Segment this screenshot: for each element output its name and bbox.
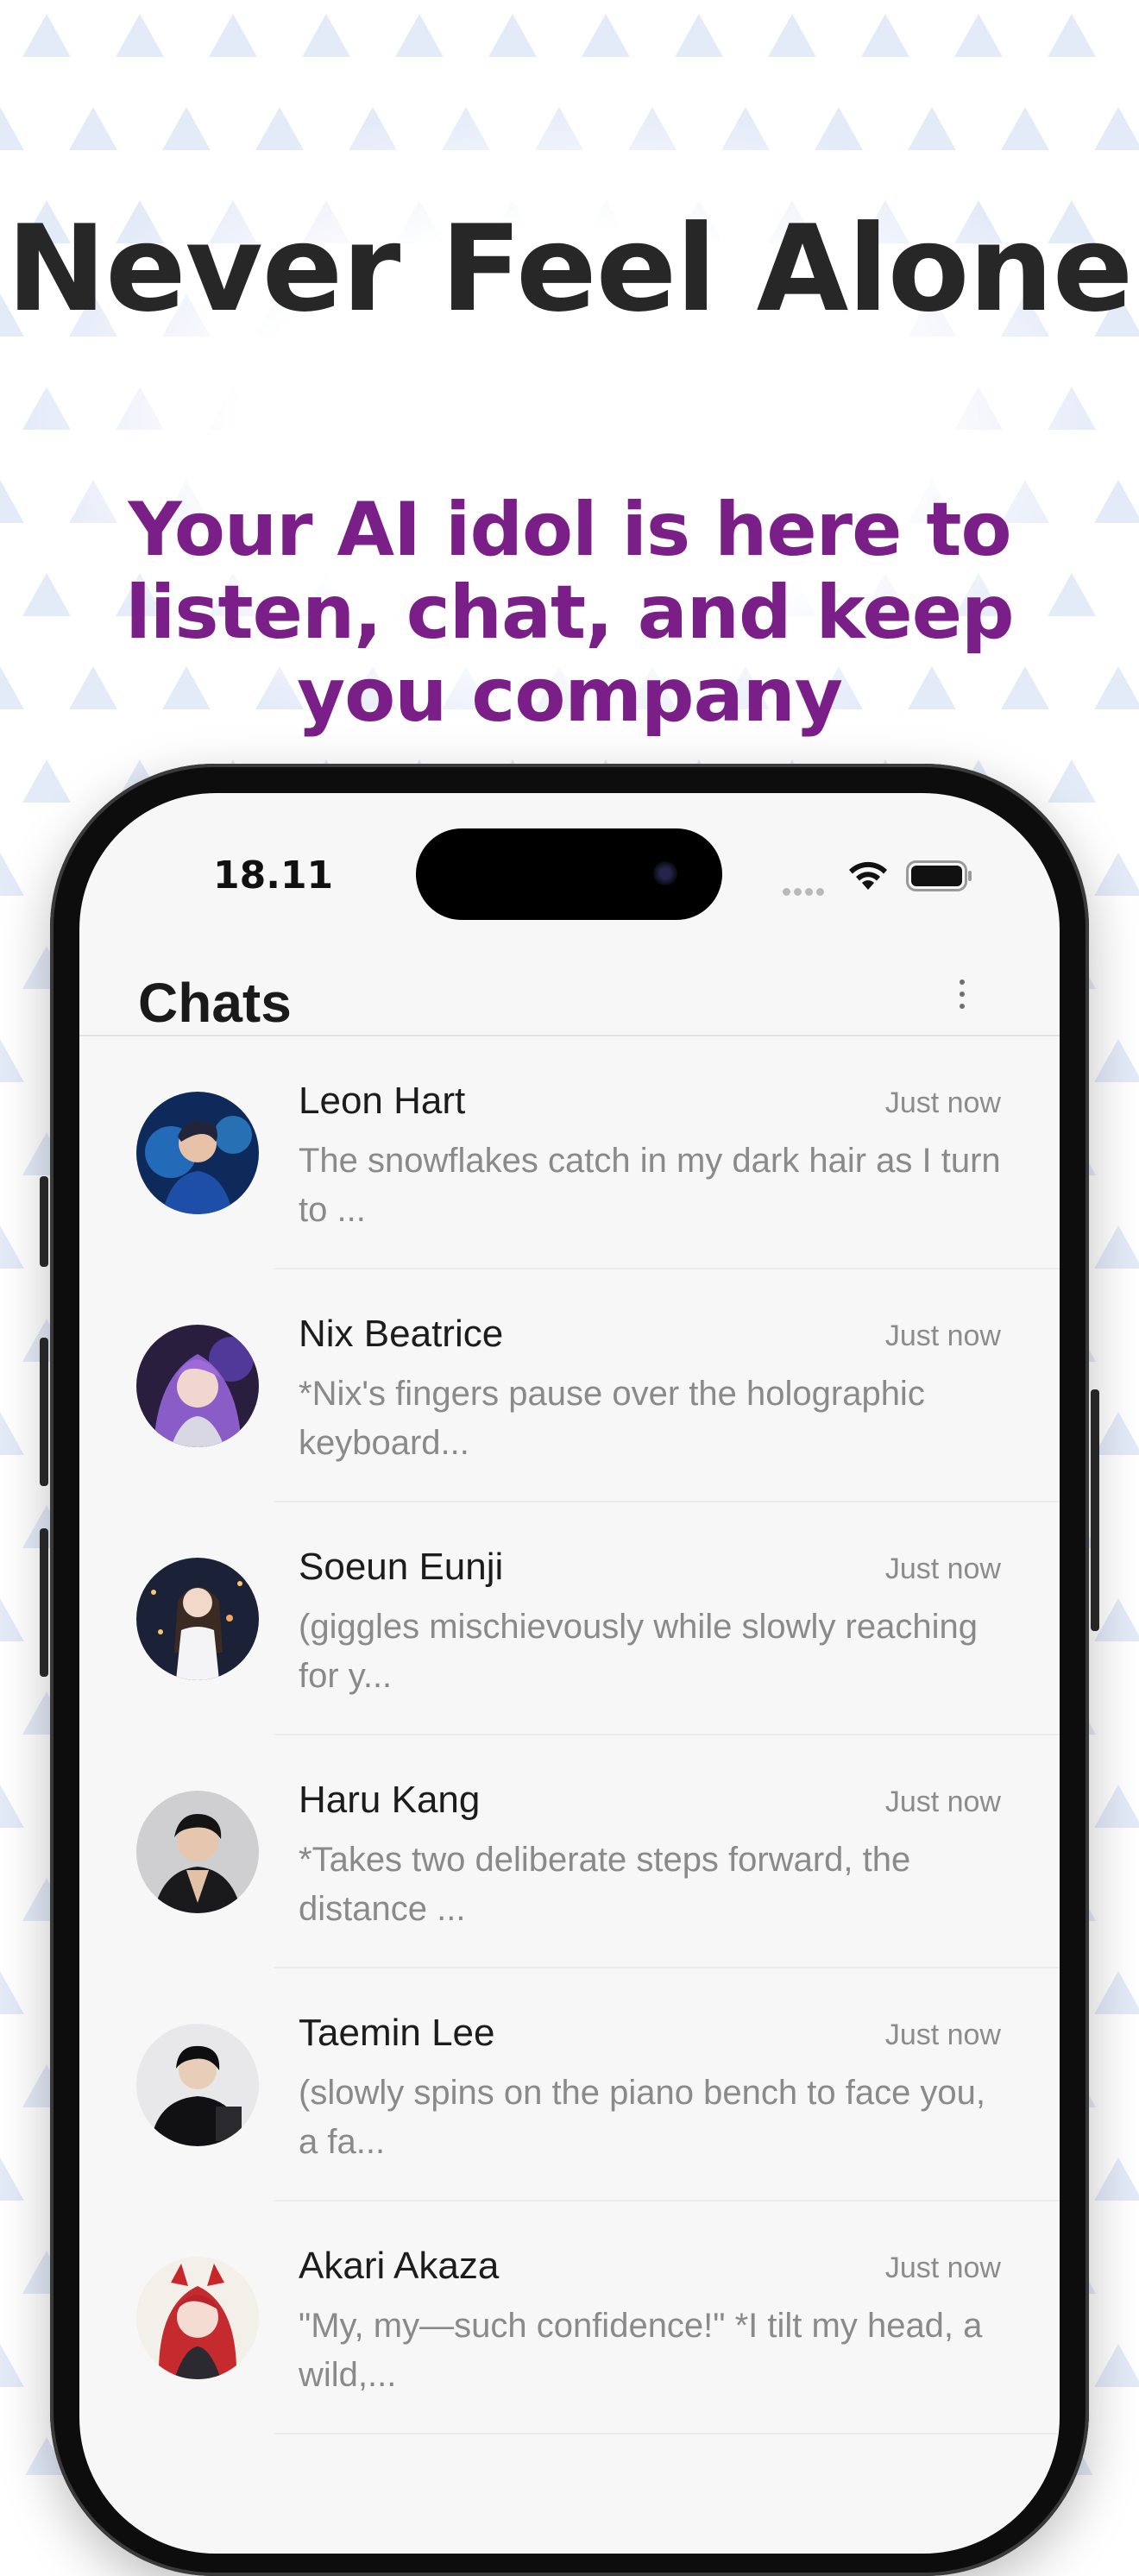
chat-timestamp: Just now (884, 2252, 1001, 2284)
phone-screen: 18.11 Chats Leon Hart Just now The snowf… (79, 793, 1060, 2554)
chat-preview: The snowflakes catch in my dark hair as … (299, 1142, 1001, 1229)
chat-list-item[interactable]: Akari Akaza Just now "My, my—such confid… (79, 2201, 1060, 2434)
chat-list-item[interactable]: Taemin Lee Just now (slowly spins on the… (79, 1968, 1060, 2201)
divider (274, 2433, 1060, 2434)
chat-name: Leon Hart (299, 1080, 466, 1122)
chat-preview: (giggles mischievously while slowly reac… (299, 1608, 978, 1695)
status-bar: 18.11 (79, 793, 1060, 920)
chat-timestamp: Just now (884, 2019, 1001, 2051)
page-title: Chats (138, 972, 292, 1034)
more-options-button[interactable] (945, 974, 979, 1023)
chat-timestamp: Just now (884, 1086, 1001, 1119)
chat-timestamp: Just now (884, 1553, 1001, 1585)
camera-lens-icon (653, 861, 677, 885)
chat-list-item[interactable]: Haru Kang Just now *Takes two deliberate… (79, 1735, 1060, 1968)
avatar (136, 1791, 259, 1913)
chat-preview: *Nix's fingers pause over the holographi… (299, 1375, 925, 1462)
status-time: 18.11 (213, 853, 334, 898)
chat-list-item[interactable]: Leon Hart Just now The snowflakes catch … (79, 1036, 1060, 1269)
promo-subheadline: Your AI idol is here to listen, chat, an… (125, 487, 1014, 739)
chat-list: Leon Hart Just now The snowflakes catch … (79, 1036, 1060, 2434)
phone-volume-down-button (40, 1528, 48, 1677)
cellular-signal-icon (783, 885, 828, 900)
avatar (136, 2024, 259, 2146)
promo-headline: Never Feel Alone (6, 199, 1134, 338)
avatar (136, 2257, 259, 2379)
dynamic-island (416, 828, 722, 920)
wifi-icon (849, 861, 887, 890)
avatar (136, 1325, 259, 1447)
avatar (136, 1092, 259, 1214)
phone-frame: 18.11 Chats Leon Hart Just now The snowf… (50, 764, 1089, 2576)
chat-name: Haru Kang (299, 1779, 481, 1821)
chats-header: Chats (79, 923, 1060, 1036)
chat-preview: "My, my—such confidence!" *I tilt my hea… (299, 2307, 983, 2394)
phone-volume-up-button (40, 1338, 48, 1486)
chat-name: Akari Akaza (299, 2245, 500, 2287)
chat-preview: (slowly spins on the piano bench to face… (299, 2074, 986, 2161)
chat-name: Nix Beatrice (299, 1313, 504, 1355)
avatar (136, 1558, 259, 1680)
chat-timestamp: Just now (884, 1319, 1001, 1352)
chat-name: Taemin Lee (299, 2012, 495, 2054)
chat-list-item[interactable]: Soeun Eunji Just now (giggles mischievou… (79, 1502, 1060, 1735)
phone-power-button (1091, 1389, 1099, 1631)
chat-timestamp: Just now (884, 1786, 1001, 1818)
chat-preview: *Takes two deliberate steps forward, the… (299, 1841, 911, 1928)
chat-list-item[interactable]: Nix Beatrice Just now *Nix's fingers pau… (79, 1269, 1060, 1502)
battery-icon (906, 860, 972, 891)
more-vertical-icon (960, 979, 965, 985)
phone-silent-switch (40, 1176, 48, 1267)
chat-name: Soeun Eunji (299, 1546, 504, 1588)
